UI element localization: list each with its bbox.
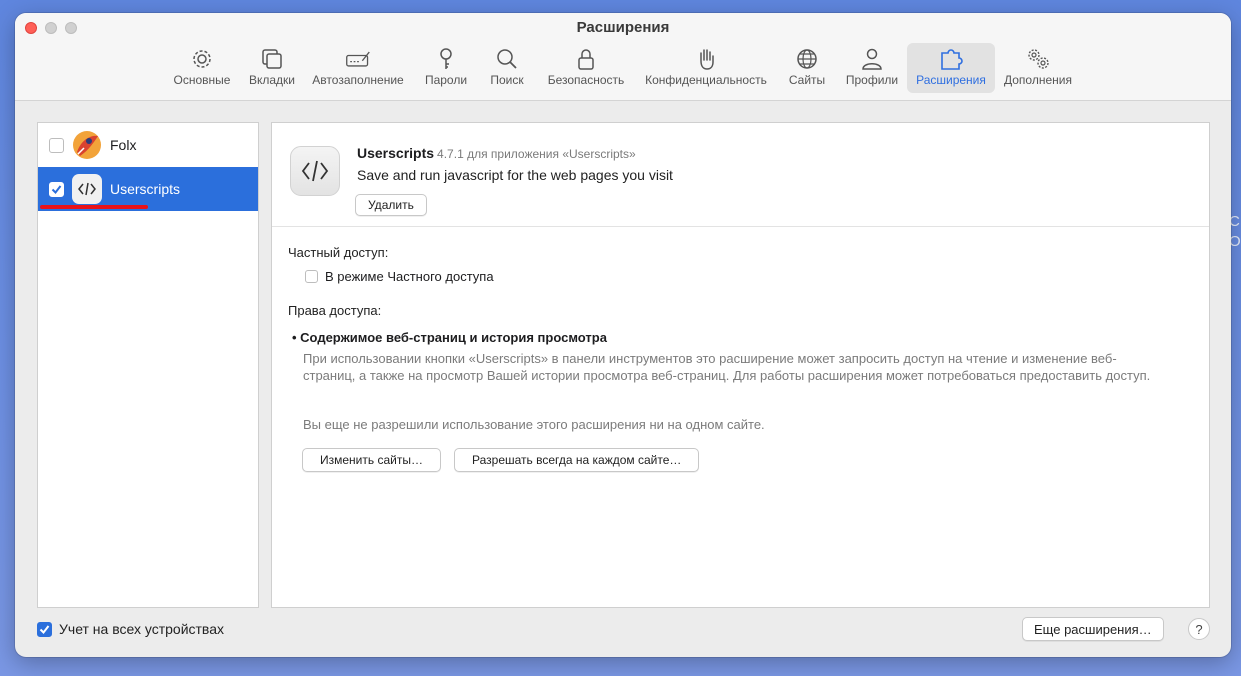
extension-description: Save and run javascript for the web page… <box>357 167 673 183</box>
tab-label: Пароли <box>424 73 468 87</box>
tab-label: Поиск <box>490 73 524 87</box>
list-item-folx[interactable]: Folx <box>38 123 258 167</box>
checkmark-icon <box>51 184 62 194</box>
private-mode-label: В режиме Частного доступа <box>325 269 494 284</box>
enable-checkbox[interactable] <box>49 137 64 153</box>
extension-version: 4.7.1 для приложения «Userscripts» <box>437 147 636 161</box>
extension-name: Userscripts <box>357 145 435 161</box>
permissions-label: Права доступа: <box>288 303 382 318</box>
tab-passwords[interactable]: Пароли <box>417 43 475 93</box>
titlebar: Расширения Основные Вкладки Автозаполнен… <box>15 13 1231 101</box>
tab-label: Расширения <box>916 73 986 87</box>
globe-icon <box>797 49 817 69</box>
tab-tabs[interactable]: Вкладки <box>241 43 303 93</box>
window-title: Расширения <box>576 19 670 36</box>
extensions-list: Folx Userscripts <box>37 122 259 608</box>
search-icon <box>497 49 517 69</box>
userscripts-large-icon <box>290 146 340 196</box>
safari-settings-window: Расширения Основные Вкладки Автозаполнен… <box>15 13 1231 657</box>
private-mode-checkbox[interactable] <box>305 270 318 283</box>
delete-button[interactable]: Удалить <box>355 194 427 216</box>
tab-label: Сайты <box>788 73 826 87</box>
more-extensions-button[interactable]: Еще расширения… <box>1022 617 1164 641</box>
folx-app-icon <box>72 130 102 160</box>
tab-privacy[interactable]: Конфиденциальность <box>639 43 773 93</box>
permission-description: При использовании кнопки «Userscripts» в… <box>303 351 1151 383</box>
tab-label: Вкладки <box>248 73 296 87</box>
edit-sites-button[interactable]: Изменить сайты… <box>302 448 441 472</box>
annotation-underline <box>40 205 148 209</box>
tab-label: Конфиденциальность <box>645 73 767 87</box>
tab-label: Дополнения <box>1004 73 1072 87</box>
private-access-label: Частный доступ: <box>288 245 389 260</box>
extension-header: Userscripts 4.7.1 для приложения «Userscr… <box>272 123 1209 227</box>
sync-devices-label: Учет на всех устройствах <box>59 621 224 637</box>
gear-icon <box>193 50 211 68</box>
tab-extensions[interactable]: Расширения <box>907 43 995 93</box>
extension-title: Userscripts 4.7.1 для приложения «Userscr… <box>357 145 636 161</box>
person-icon <box>862 48 882 70</box>
private-mode-option[interactable]: В режиме Частного доступа <box>305 269 494 284</box>
permission-title: • Содержимое веб-страниц и история просм… <box>292 330 607 345</box>
key-icon <box>440 48 452 69</box>
hand-icon <box>700 49 714 70</box>
tab-websites[interactable]: Сайты <box>781 43 833 93</box>
sync-devices-checkbox[interactable] <box>37 621 52 637</box>
checkmark-icon <box>39 624 50 634</box>
tab-label: Профили <box>845 73 899 87</box>
tab-label: Основные <box>173 73 231 87</box>
extensions-icon <box>941 49 963 70</box>
sync-devices-option[interactable]: Учет на всех устройствах <box>37 621 224 637</box>
tab-label: Безопасность <box>547 73 625 87</box>
lock-icon <box>578 49 594 70</box>
tab-general[interactable]: Основные <box>165 43 239 93</box>
tab-label: Автозаполнение <box>312 73 404 87</box>
tab-security[interactable]: Безопасность <box>541 43 631 93</box>
permission-note: Вы еще не разрешили использование этого … <box>303 417 765 432</box>
gears-icon <box>1028 49 1049 69</box>
extension-name: Folx <box>110 137 137 153</box>
tab-advanced[interactable]: Дополнения <box>999 43 1077 93</box>
userscripts-app-icon <box>72 174 102 204</box>
extension-detail-panel: Userscripts 4.7.1 для приложения «Userscr… <box>271 122 1210 608</box>
enable-checkbox[interactable] <box>49 181 64 197</box>
tab-autofill[interactable]: Автозаполнение <box>307 43 409 93</box>
settings-toolbar: Основные Вкладки Автозаполнение Пароли П… <box>15 43 1231 95</box>
tab-search[interactable]: Поиск <box>481 43 533 93</box>
extension-name: Userscripts <box>110 181 181 197</box>
tabs-icon <box>262 49 282 69</box>
allow-always-button[interactable]: Разрешать всегда на каждом сайте… <box>454 448 700 472</box>
tab-profiles[interactable]: Профили <box>839 43 905 93</box>
autofill-icon <box>346 51 370 67</box>
help-button[interactable]: ? <box>1188 618 1210 640</box>
